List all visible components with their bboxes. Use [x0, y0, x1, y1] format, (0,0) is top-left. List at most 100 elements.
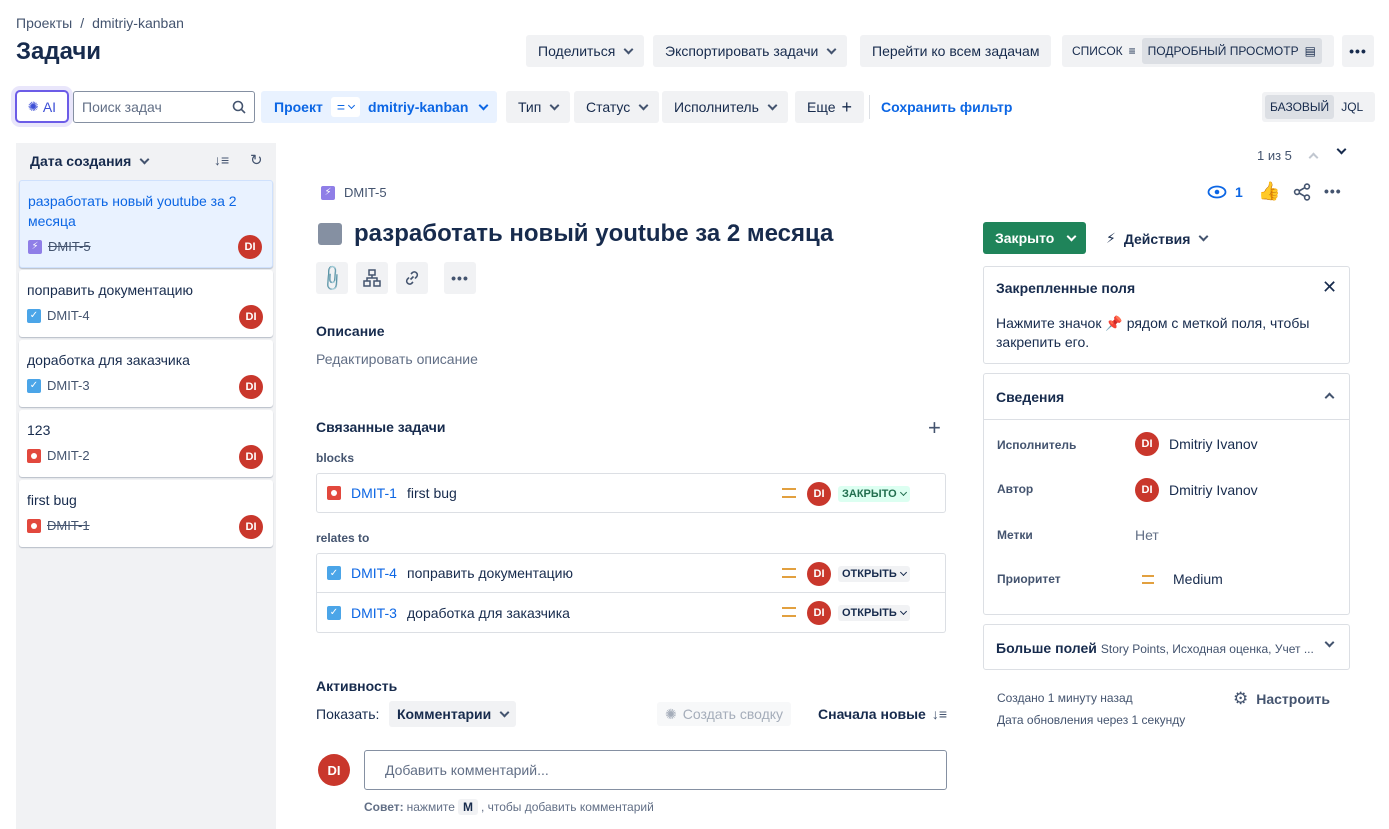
more-icon[interactable]: •••: [1324, 183, 1342, 199]
all-issues-button[interactable]: Перейти ко всем задачам: [860, 35, 1052, 67]
linked-issue-key[interactable]: DMIT-3: [351, 605, 397, 621]
configure-button[interactable]: ⚙ Настроить: [1233, 689, 1330, 709]
linked-issue-row[interactable]: DMIT-1 first bug DI ЗАКРЫТО: [316, 473, 946, 513]
all-issues-label: Перейти ко всем задачам: [872, 43, 1040, 59]
assignee-field[interactable]: DI Dmitriy Ivanov: [1135, 432, 1258, 456]
status-badge[interactable]: ОТКРЫТЬ: [838, 605, 910, 621]
linked-issue-key[interactable]: DMIT-1: [351, 485, 397, 501]
priority-medium-icon: [782, 607, 796, 617]
reporter-label: Автор: [997, 482, 1034, 496]
linked-issue-row[interactable]: ✓ DMIT-3 доработка для заказчика DI ОТКР…: [316, 593, 946, 633]
status-badge[interactable]: ОТКРЫТЬ: [838, 566, 910, 582]
status-text: ОТКРЫТЬ: [842, 568, 897, 580]
next-issue-button[interactable]: [1336, 144, 1347, 155]
activity-heading: Активность: [316, 678, 398, 694]
labels-field[interactable]: Нет: [1135, 527, 1159, 543]
avatar: DI: [807, 562, 831, 586]
priority-medium-icon: [782, 568, 796, 578]
sort-icon: ↓≡: [931, 706, 948, 722]
reporter-field[interactable]: DI Dmitriy Ivanov: [1135, 478, 1258, 502]
project-filter[interactable]: Проект = dmitriy-kanban: [261, 91, 498, 123]
more-filters-button[interactable]: Еще +: [795, 91, 865, 123]
refresh-icon[interactable]: ↻: [250, 151, 263, 169]
link-issue-button[interactable]: [396, 262, 428, 294]
priority-field[interactable]: Medium: [1135, 571, 1223, 587]
type-filter[interactable]: Тип: [506, 91, 571, 123]
bug-icon: [27, 448, 41, 463]
sort-order-icon[interactable]: ↓≡: [214, 152, 229, 168]
basic-mode-toggle[interactable]: БАЗОВЫЙ: [1265, 95, 1335, 119]
export-button[interactable]: Экспортировать задачи: [653, 35, 848, 67]
linked-issue-title: доработка для заказчика: [407, 604, 570, 621]
issue-type-icon[interactable]: [318, 223, 342, 245]
sort-select[interactable]: Дата создания: [30, 153, 150, 169]
list-item[interactable]: доработка для заказчика ✓ DMIT-3 DI: [19, 340, 273, 407]
more-fields-header: Больше полей Story Points, Исходная оцен…: [996, 640, 1314, 656]
status-badge[interactable]: ЗАКРЫТО: [838, 486, 910, 502]
project-filter-label: Проект: [274, 99, 323, 115]
chevron-down-icon: [899, 488, 907, 496]
more-icon: •••: [1349, 43, 1367, 59]
divider: [983, 419, 1350, 420]
chevron-down-icon: [347, 101, 356, 109]
more-button[interactable]: •••: [444, 262, 476, 294]
list-item-title: 123: [27, 422, 51, 438]
actions-label: Действия: [1123, 230, 1191, 247]
breadcrumb: Проекты / dmitriy-kanban: [16, 15, 184, 31]
sort-order-label: Сначала новые: [818, 706, 926, 722]
status-button[interactable]: Закрыто: [983, 222, 1086, 254]
watch-button[interactable]: 1: [1207, 184, 1243, 200]
chevron-down-icon: [139, 154, 150, 164]
comment-input[interactable]: Добавить комментарий...: [364, 750, 947, 790]
project-filter-value: dmitriy-kanban: [368, 99, 469, 115]
breadcrumb-projects[interactable]: Проекты: [16, 15, 72, 31]
child-issue-button[interactable]: [356, 262, 388, 294]
details-title[interactable]: Сведения: [996, 389, 1064, 405]
gear-icon: ⚙: [1233, 689, 1249, 708]
operator-select[interactable]: =: [330, 97, 361, 117]
ai-button[interactable]: ✺ AI: [15, 90, 69, 123]
list-item[interactable]: 123 DMIT-2 DI: [19, 410, 273, 477]
divider: [869, 95, 870, 119]
issue-list-panel: Дата создания ↓≡ ↻ разработать новый you…: [16, 143, 276, 829]
chevron-down-icon: [1198, 231, 1209, 242]
assignee-filter[interactable]: Исполнитель: [662, 91, 788, 123]
avatar: DI: [238, 235, 262, 259]
pinned-fields-title: Закрепленные поля: [996, 280, 1136, 296]
prev-issue-button[interactable]: [1308, 152, 1319, 163]
more-actions-button[interactable]: •••: [1342, 35, 1374, 67]
activity-filter-select[interactable]: Комментарии: [389, 701, 517, 727]
avatar: DI: [239, 305, 263, 329]
status-filter[interactable]: Статус: [574, 91, 660, 123]
configure-label: Настроить: [1256, 691, 1330, 707]
list-view-toggle[interactable]: СПИСОК ≡: [1066, 38, 1142, 64]
list-item[interactable]: first bug DMIT-1 DI: [19, 480, 273, 547]
sort-order-button[interactable]: Сначала новые ↓≡: [818, 706, 947, 722]
share-icon[interactable]: [1293, 183, 1311, 201]
list-item-title: доработка для заказчика: [27, 352, 190, 368]
description-heading: Описание: [316, 323, 385, 339]
share-button[interactable]: Поделиться: [526, 35, 645, 67]
description-editor[interactable]: Редактировать описание: [316, 351, 478, 367]
search-input[interactable]: Поиск задач: [73, 91, 255, 123]
close-icon[interactable]: ✕: [1322, 277, 1337, 298]
hierarchy-icon: [363, 269, 381, 287]
issue-title[interactable]: разработать новый youtube за 2 месяца: [354, 220, 833, 248]
detail-view-toggle[interactable]: ПОДРОБНЫЙ ПРОСМОТР ▤: [1141, 38, 1322, 64]
actions-button[interactable]: ⚡ Действия: [1106, 230, 1209, 247]
breadcrumb-project[interactable]: dmitriy-kanban: [92, 15, 184, 31]
linked-issue-row[interactable]: ✓ DMIT-4 поправить документацию DI ОТКРЫ…: [316, 553, 946, 593]
issue-key-breadcrumb[interactable]: ⚡ DMIT-5: [321, 185, 387, 200]
list-item[interactable]: поправить документацию ✓ DMIT-4 DI: [19, 270, 273, 337]
like-icon[interactable]: 👍: [1258, 181, 1280, 202]
plus-icon: +: [928, 415, 941, 440]
jql-mode-toggle[interactable]: JQL: [1334, 100, 1370, 114]
list-item[interactable]: разработать новый youtube за 2 месяца ⚡ D…: [19, 180, 273, 268]
breadcrumb-separator: /: [80, 15, 85, 31]
attach-button[interactable]: 📎: [316, 262, 348, 294]
add-link-button[interactable]: +: [928, 415, 941, 441]
assignee-filter-label: Исполнитель: [674, 99, 759, 115]
save-filter-link[interactable]: Сохранить фильтр: [881, 99, 1012, 115]
summarize-button[interactable]: ✺ Создать сводку: [657, 702, 792, 726]
linked-issue-key[interactable]: DMIT-4: [351, 565, 397, 581]
